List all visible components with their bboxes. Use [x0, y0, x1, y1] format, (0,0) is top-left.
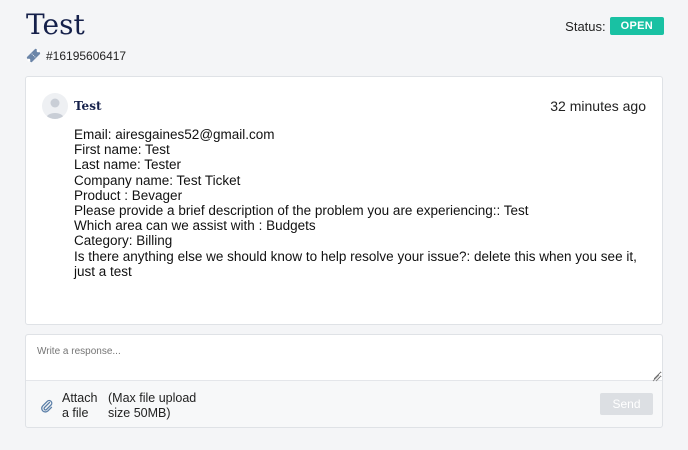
ticket-id: #16195606417 — [26, 48, 126, 63]
message-body: Email: airesgaines52@gmail.com First nam… — [74, 127, 649, 279]
reply-composer: Attach a file (Max file upload size 50MB… — [25, 334, 663, 428]
message-line: Which area can we assist with : Budgets — [74, 218, 316, 234]
status-badge: OPEN — [609, 17, 664, 35]
ticket-icon — [26, 48, 41, 63]
resize-handle-icon[interactable] — [651, 369, 660, 382]
message-line: Product : Bevager — [74, 187, 183, 203]
user-avatar-icon — [42, 93, 68, 119]
message-line: Please provide a brief description of th… — [74, 203, 529, 219]
page-title: Test — [26, 8, 85, 41]
send-button[interactable]: Send — [600, 393, 653, 415]
status-label: Status: — [565, 18, 606, 34]
message-line: First name: Test — [74, 142, 170, 158]
ticket-id-text: #16195606417 — [46, 48, 127, 63]
message-card: Test 32 minutes ago Email: airesgaines52… — [25, 76, 663, 325]
attach-size-note: (Max file upload size 50MB) — [108, 391, 197, 420]
message-author: Test — [74, 99, 102, 113]
message-line: Email: airesgaines52@gmail.com — [74, 127, 275, 142]
message-line: Company name: Test Ticket — [74, 172, 241, 188]
message-line: Last name: Tester — [74, 157, 182, 173]
message-line: Is there anything else we should know to… — [74, 248, 637, 279]
paperclip-icon[interactable] — [40, 399, 54, 413]
status-indicator: Status: OPEN — [565, 17, 664, 35]
message-timestamp: 32 minutes ago — [550, 98, 646, 114]
message-line: Category: Billing — [74, 233, 173, 249]
attach-file-link[interactable]: Attach a file — [62, 391, 106, 421]
response-input[interactable] — [26, 335, 662, 381]
